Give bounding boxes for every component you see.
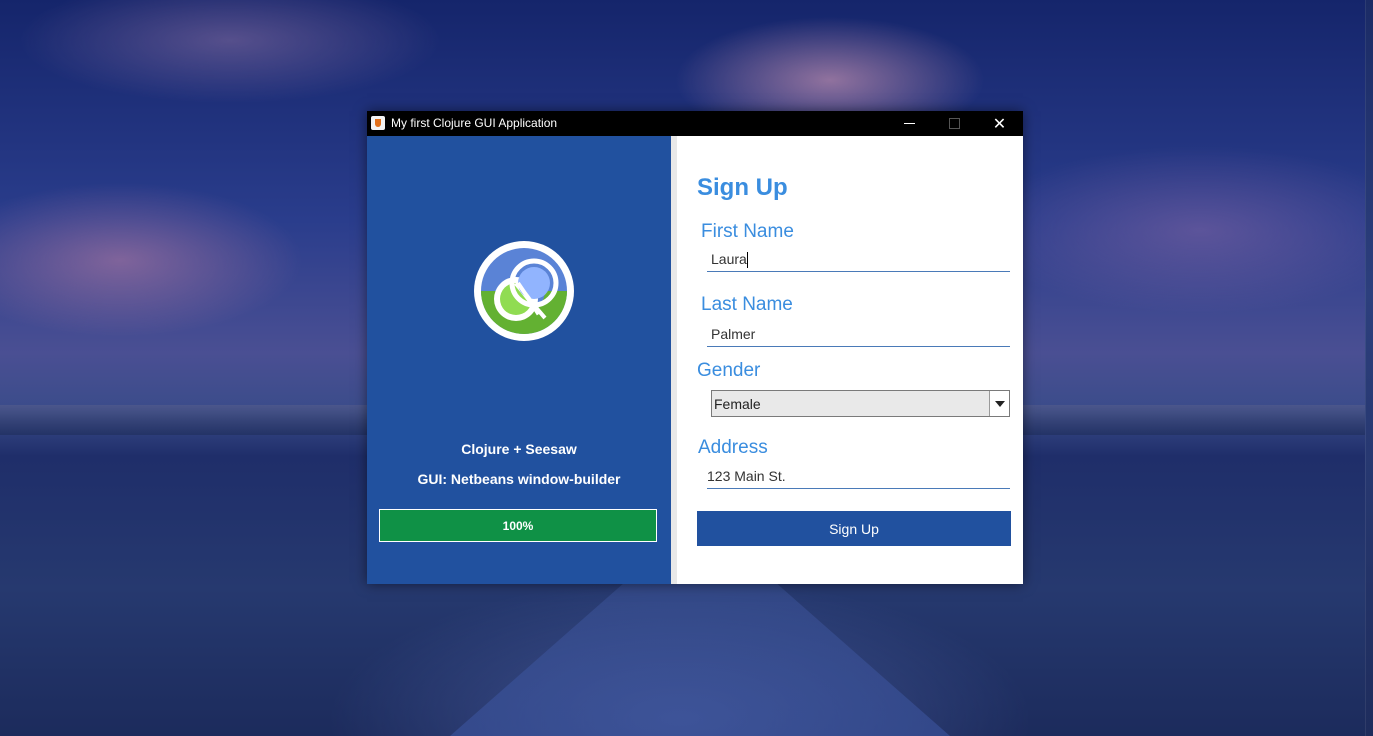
first-name-label: First Name (701, 221, 794, 242)
desktop-edge-strip (1365, 0, 1373, 736)
dropdown-arrow-icon (994, 400, 1005, 407)
last-name-field[interactable]: Palmer (707, 321, 1010, 347)
maximize-button[interactable] (932, 111, 977, 136)
last-name-value: Palmer (711, 326, 756, 342)
gender-selected-value: Female (714, 396, 761, 412)
close-icon: ✕ (992, 115, 1007, 133)
app-window: My first Clojure GUI Application ✕ Cloju… (367, 111, 1023, 584)
close-button[interactable]: ✕ (977, 111, 1022, 136)
clojure-logo (474, 241, 574, 341)
gender-select[interactable]: Female (711, 390, 1010, 417)
text-cursor (746, 252, 748, 269)
minimize-button[interactable] (887, 111, 932, 136)
address-field[interactable]: 123 Main St. (707, 463, 1010, 489)
first-name-field[interactable]: Laura (707, 246, 1010, 272)
progress-fill: 100% (380, 510, 656, 541)
wallpaper-road (450, 560, 950, 736)
tagline-clojure-seesaw: Clojure + Seesaw (461, 441, 577, 457)
title-bar[interactable]: My first Clojure GUI Application ✕ (367, 111, 1023, 136)
branding-panel: Clojure + Seesaw GUI: Netbeans window-bu… (367, 136, 671, 584)
form-heading: Sign Up (697, 174, 788, 201)
address-value: 123 Main St. (707, 468, 786, 484)
java-cup-icon (371, 116, 385, 130)
dropdown-arrow-button[interactable] (989, 391, 1009, 416)
address-label: Address (698, 437, 768, 458)
minimize-icon (904, 123, 915, 124)
maximize-icon (949, 118, 960, 129)
sign-up-button[interactable]: Sign Up (697, 511, 1011, 546)
first-name-value: Laura (711, 251, 747, 267)
progress-label: 100% (502, 518, 534, 533)
window-title: My first Clojure GUI Application (391, 116, 558, 130)
progress-bar: 100% (379, 509, 657, 542)
signup-form: Sign Up First Name Laura Last Name Palme… (677, 136, 1023, 584)
last-name-label: Last Name (701, 294, 793, 315)
gender-label: Gender (697, 360, 761, 381)
tagline-gui-builder: GUI: Netbeans window-builder (417, 471, 621, 487)
